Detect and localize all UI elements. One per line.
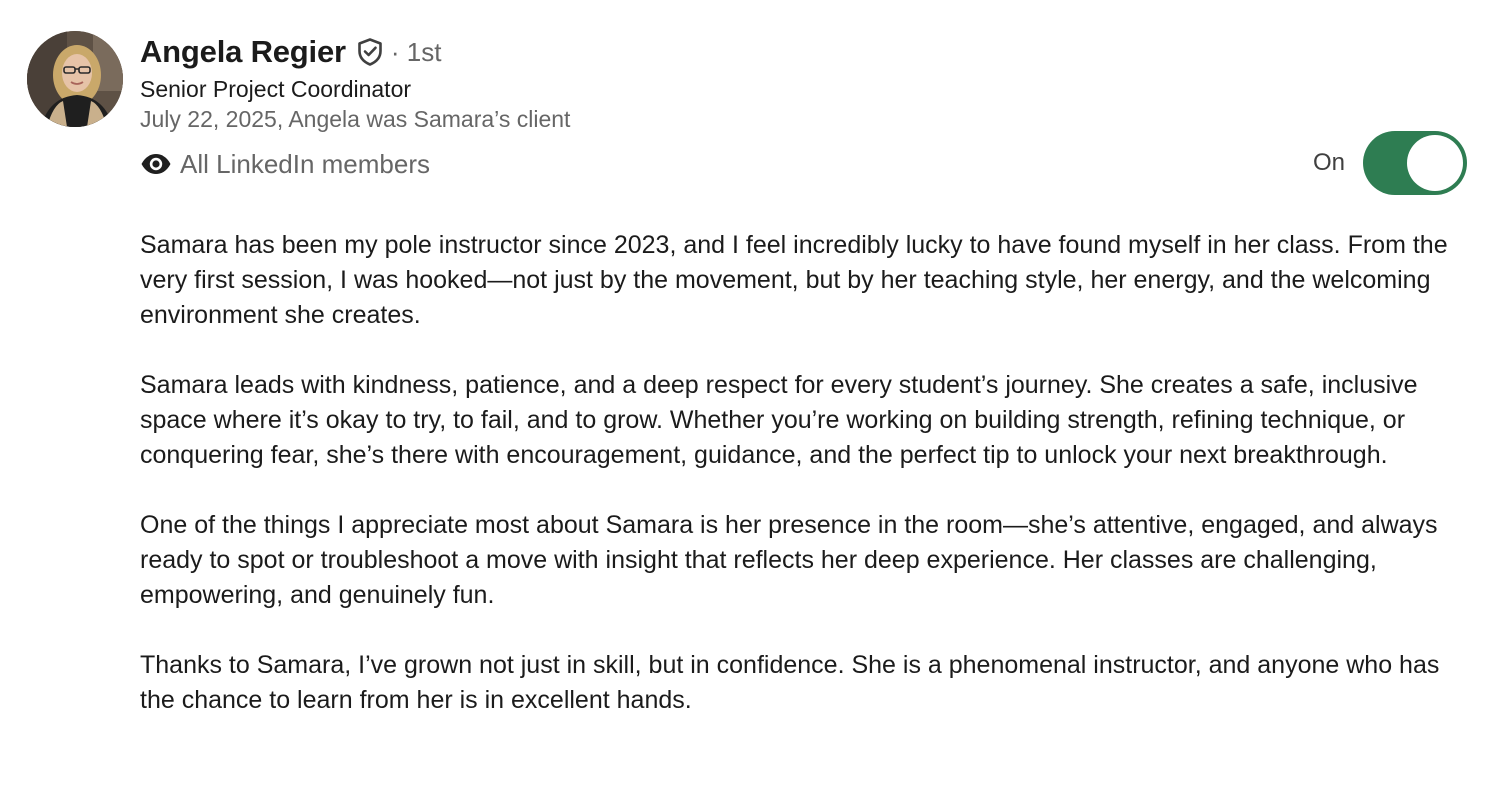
relationship-date: July 22, 2025, Angela was Samara’s clien… bbox=[140, 106, 571, 132]
recommendation-paragraph: Samara has been my pole instructor since… bbox=[140, 231, 1448, 329]
avatar[interactable] bbox=[27, 31, 123, 127]
recommender-headline: Senior Project Coordinator bbox=[140, 76, 412, 102]
toggle-state-label: On bbox=[1312, 148, 1345, 176]
recommender-header: Angela Regier · 1st Senior Project Coord… bbox=[140, 30, 1240, 134]
recommendation-paragraph: One of the things I appreciate most abou… bbox=[140, 511, 1438, 609]
avatar-photo bbox=[27, 31, 123, 127]
visibility-label: All LinkedIn members bbox=[180, 148, 430, 179]
name-row: Angela Regier · 1st bbox=[140, 30, 1240, 74]
connection-degree: · 1st bbox=[390, 36, 442, 67]
recommendation-text: Samara has been my pole instructor since… bbox=[140, 228, 1450, 718]
display-toggle-group: On bbox=[1313, 130, 1467, 195]
display-toggle[interactable] bbox=[1363, 130, 1467, 195]
recommendation-paragraph: Samara leads with kindness, patience, an… bbox=[140, 371, 1418, 469]
eye-icon bbox=[140, 153, 172, 175]
recommender-name[interactable]: Angela Regier bbox=[140, 34, 346, 70]
recommendation-card: Angela Regier · 1st Senior Project Coord… bbox=[0, 0, 1488, 794]
shield-check-icon[interactable] bbox=[355, 37, 385, 67]
recommendation-paragraph: Thanks to Samara, I’ve grown not just in… bbox=[140, 651, 1440, 714]
visibility-setting: All LinkedIn members bbox=[140, 147, 430, 181]
toggle-knob bbox=[1407, 134, 1463, 191]
